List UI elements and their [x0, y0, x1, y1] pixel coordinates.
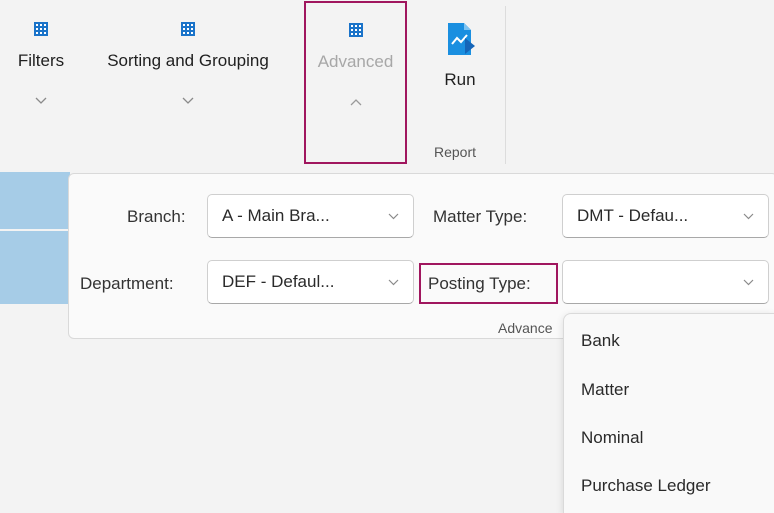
dropdown-option-matter[interactable]: Matter: [581, 380, 629, 400]
report-chart-icon: [448, 23, 475, 55]
advanced-group-label: Advance: [498, 320, 553, 336]
posting-type-dropdown: Bank Matter Nominal Purchase Ledger: [563, 313, 774, 513]
run-label: Run: [444, 70, 476, 89]
chevron-down-icon: [388, 213, 399, 220]
dropdown-option-purchase-ledger[interactable]: Purchase Ledger: [581, 476, 710, 496]
filters-button[interactable]: Filters: [2, 0, 80, 162]
matter-type-label: Matter Type:: [433, 207, 528, 226]
grid-icon: [34, 22, 48, 36]
selected-row-2[interactable]: [0, 231, 70, 304]
grid-icon: [181, 22, 195, 36]
selected-row-1[interactable]: [0, 172, 70, 229]
chevron-down-icon: [743, 213, 754, 220]
sorting-and-grouping-label: Sorting and Grouping: [107, 51, 269, 70]
chevron-up-icon[interactable]: [350, 98, 362, 106]
branch-value: A - Main Bra...: [222, 206, 330, 225]
department-combobox[interactable]: DEF - Defaul...: [207, 260, 414, 304]
sorting-and-grouping-button[interactable]: Sorting and Grouping: [85, 0, 291, 162]
matter-type-value: DMT - Defau...: [577, 206, 689, 225]
department-value: DEF - Defaul...: [222, 272, 335, 291]
report-group-label: Report: [434, 144, 477, 160]
chevron-down-icon[interactable]: [182, 97, 194, 105]
department-label: Department:: [80, 274, 174, 293]
filters-label: Filters: [17, 51, 65, 70]
grid-icon: [348, 23, 363, 37]
advanced-button[interactable]: Advanced: [304, 1, 407, 164]
posting-type-combobox[interactable]: [562, 260, 769, 304]
chevron-down-icon: [743, 279, 754, 286]
ribbon: Filters Sorting and Grouping Advanced Ru…: [0, 0, 774, 171]
matter-type-combobox[interactable]: DMT - Defau...: [562, 194, 769, 238]
dropdown-option-nominal[interactable]: Nominal: [581, 428, 643, 448]
chevron-down-icon[interactable]: [35, 97, 47, 105]
dropdown-option-bank[interactable]: Bank: [581, 331, 620, 351]
branch-combobox[interactable]: A - Main Bra...: [207, 194, 414, 238]
ribbon-group-separator: [505, 6, 506, 164]
advanced-label: Advanced: [317, 52, 394, 71]
run-button[interactable]: Run: [422, 0, 498, 130]
chevron-down-icon: [388, 279, 399, 286]
posting-type-label: Posting Type:: [428, 274, 531, 293]
branch-label: Branch:: [127, 207, 186, 226]
